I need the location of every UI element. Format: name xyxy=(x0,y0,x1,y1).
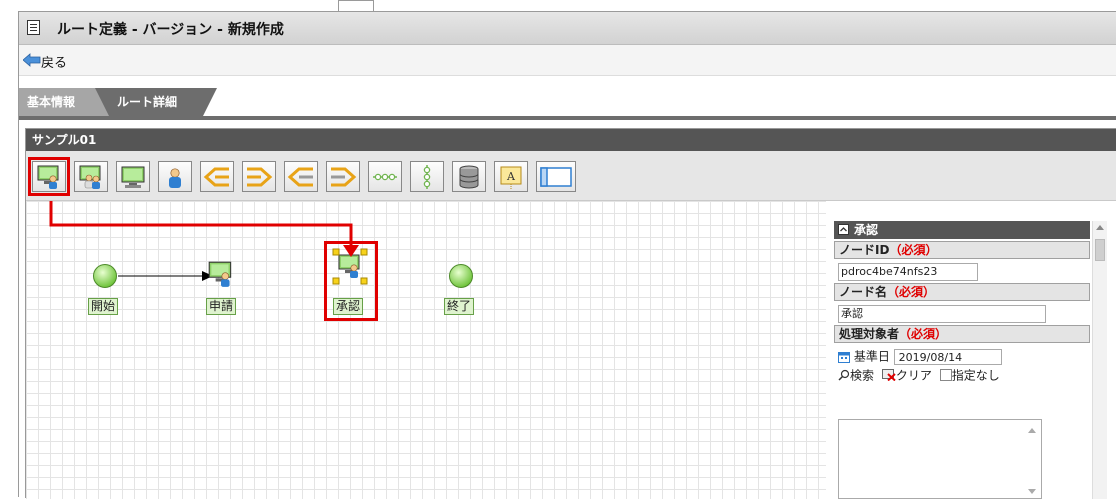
collapse-icon[interactable] xyxy=(838,224,849,235)
clear-icon[interactable] xyxy=(881,369,896,382)
base-date-field[interactable]: 2019/08/14 xyxy=(893,348,1002,365)
top-tab-stub xyxy=(338,0,374,11)
back-link[interactable]: 戻る xyxy=(41,52,67,71)
connector-arrow[interactable] xyxy=(118,269,214,283)
tab-route-detail[interactable]: ルート詳細 xyxy=(95,88,217,116)
base-date-row: 基準日 2019/08/14 xyxy=(838,347,1090,366)
window-frame: ルート定義 - バージョン - 新規作成 戻る 基本情報 ルート詳細 サンプル0… xyxy=(18,11,1116,499)
node-id-field[interactable]: pdroc4be74nfs23 xyxy=(838,263,978,281)
tab-bar: 基本情報 ルート詳細 xyxy=(19,88,1116,120)
scroll-up-icon[interactable] xyxy=(1096,225,1104,230)
tab-basic-info[interactable]: 基本情報 xyxy=(19,88,111,116)
end-circle-icon xyxy=(449,264,473,288)
vertical-line-icon xyxy=(423,165,431,189)
search-icon[interactable] xyxy=(838,369,850,381)
node-name-required: （必須） xyxy=(887,285,936,299)
database-icon xyxy=(459,165,479,189)
highlight-guide-arrow xyxy=(49,201,359,257)
node-id-required: （必須） xyxy=(889,243,938,257)
assignee-section: 処理対象者（必須） xyxy=(834,325,1090,343)
node-name-section: ノード名（必須） xyxy=(834,283,1090,301)
node-id-section: ノードID（必須） xyxy=(834,241,1090,259)
node-start-label: 開始 xyxy=(88,298,119,315)
clear-link[interactable]: クリア xyxy=(896,368,932,382)
route-editor-panel: サンプル01 A 開始 申請 承認 終了 承認 ノードID（必須） pdroc4… xyxy=(25,128,1116,499)
frame-icon xyxy=(540,167,572,187)
back-bar: 戻る xyxy=(19,45,1116,76)
list-scroll-down-icon[interactable] xyxy=(1028,489,1036,494)
tool-text-label[interactable]: A xyxy=(494,161,528,192)
properties-header: 承認 xyxy=(834,221,1090,239)
base-date-label: 基準日 xyxy=(853,349,890,364)
title-bar: ルート定義 - バージョン - 新規作成 xyxy=(19,12,1116,45)
unspecified-label: 指定なし xyxy=(951,368,1000,382)
window-title: ルート定義 - バージョン - 新規作成 xyxy=(57,22,284,38)
tab-route-detail-label: ルート詳細 xyxy=(117,95,178,109)
tool-frame[interactable] xyxy=(536,161,576,192)
properties-title: 承認 xyxy=(854,223,879,237)
assignee-actions: 検索 クリア 指定なし xyxy=(838,366,1090,385)
node-name-label: ノード名 xyxy=(839,285,888,299)
node-end[interactable]: 終了 xyxy=(442,263,482,319)
node-id-label: ノードID xyxy=(839,243,890,257)
assignee-required: （必須） xyxy=(899,327,948,341)
tool-vertical-line[interactable] xyxy=(410,161,444,192)
search-link[interactable]: 検索 xyxy=(850,368,874,382)
assignee-label: 処理対象者 xyxy=(839,327,900,341)
document-icon xyxy=(27,20,40,35)
node-apply-label: 申請 xyxy=(206,298,237,315)
scroll-thumb[interactable] xyxy=(1095,239,1105,261)
node-end-label: 終了 xyxy=(444,298,475,315)
properties-panel: 承認 ノードID（必須） pdroc4be74nfs23 ノード名（必須） 承認… xyxy=(834,221,1090,499)
properties-scrollbar[interactable] xyxy=(1092,221,1107,499)
svg-text:A: A xyxy=(506,170,516,183)
unspecified-checkbox[interactable] xyxy=(939,369,952,381)
calendar-icon[interactable] xyxy=(838,351,850,363)
back-arrow-icon[interactable] xyxy=(23,53,41,67)
assignee-list[interactable] xyxy=(838,419,1042,499)
list-scroll-up-icon[interactable] xyxy=(1028,428,1036,433)
node-approve-label: 承認 xyxy=(333,298,364,315)
node-name-field[interactable]: 承認 xyxy=(838,305,1046,323)
tool-database[interactable] xyxy=(452,161,486,192)
text-label-icon: A xyxy=(500,166,522,189)
